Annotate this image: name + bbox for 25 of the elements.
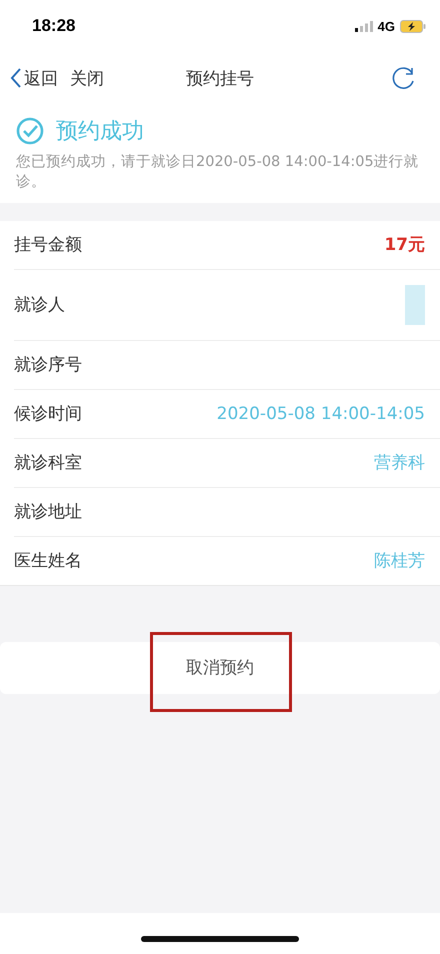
detail-value: 17元 <box>384 234 425 256</box>
detail-label: 挂号金额 <box>14 234 82 256</box>
detail-value: 陈桂芳 <box>374 550 425 572</box>
status-time: 18:28 <box>32 16 76 36</box>
detail-label: 就诊人 <box>14 294 65 316</box>
detail-label: 候诊时间 <box>14 403 82 426</box>
refresh-icon[interactable] <box>392 66 416 90</box>
cancel-button[interactable]: 取消预约 <box>0 642 440 694</box>
network-label: 4G <box>378 18 395 34</box>
detail-label: 就诊序号 <box>14 354 82 376</box>
detail-value: 营养科 <box>374 452 425 474</box>
detail-label: 就诊地址 <box>14 501 82 524</box>
detail-label: 医生姓名 <box>14 550 82 572</box>
detail-value: 2020-05-08 14:00-14:05 <box>216 404 425 424</box>
page-title: 预约挂号 <box>186 68 254 90</box>
redacted-block <box>405 284 425 325</box>
signal-icon <box>354 20 373 32</box>
success-message: 您已预约成功，请于就诊日2020-05-08 14:00-14:05进行就诊。 <box>16 153 420 192</box>
back-button[interactable]: 返回 <box>10 66 58 90</box>
check-circle-icon <box>16 117 44 145</box>
close-button[interactable]: 关闭 <box>70 66 104 90</box>
battery-icon <box>400 20 426 32</box>
chevron-left-icon <box>10 67 22 89</box>
success-title: 预约成功 <box>56 118 144 146</box>
detail-label: 就诊科室 <box>14 452 82 474</box>
